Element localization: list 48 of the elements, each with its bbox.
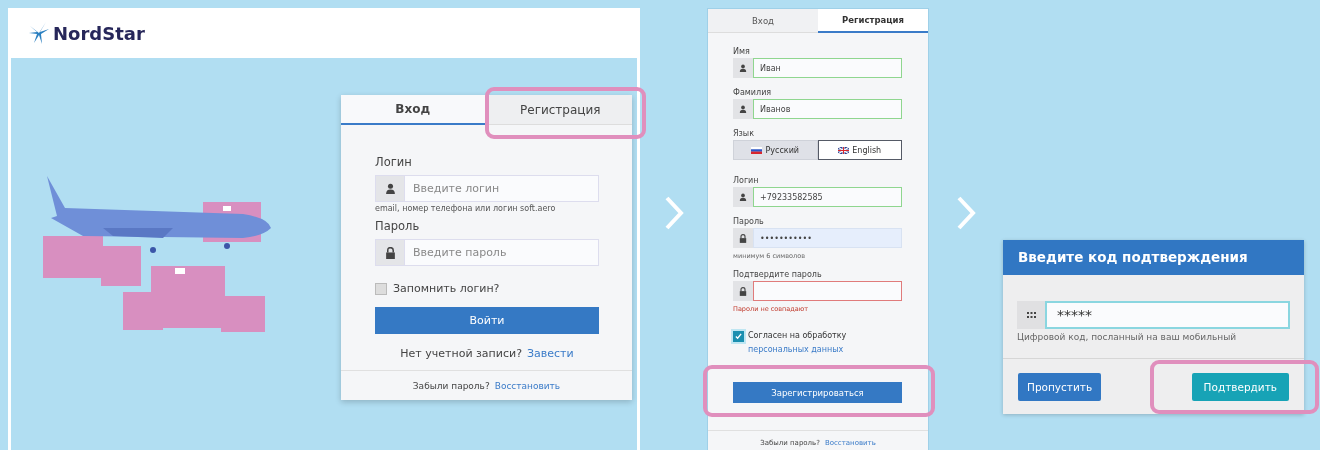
british-flag-icon [838,146,850,154]
russian-flag-icon [751,146,763,154]
field-label: Пароль [733,217,765,226]
form-tab[interactable]: Регистрация [488,95,632,125]
personal-data-link[interactable]: персональных данных [748,345,844,354]
lock-icon [384,246,396,259]
form-tab[interactable]: Регистрация [818,9,928,33]
logo-text: NordStar [53,22,145,44]
footer-text: Забыли пароль? [412,381,490,391]
user-icon [739,105,747,113]
user-icon [384,183,396,194]
register-button[interactable]: Зарегистрироваться [733,382,902,403]
field-label: Подтвердите пароль [733,270,823,279]
user-icon [739,64,747,72]
lock-icon [739,233,747,243]
restore-link[interactable]: Восстановить [494,381,561,391]
input-field[interactable] [753,281,902,301]
skip-button[interactable]: Пропустить [1018,373,1102,401]
field-label: Пароль [375,219,421,233]
language-button[interactable]: English [817,140,902,160]
code-input-field[interactable]: ***** [1045,301,1290,329]
chevron-right-icon [956,195,976,231]
input-field[interactable]: +79233582585 [753,187,902,207]
form-tab[interactable]: Вход [341,95,485,125]
checkbox[interactable] [375,282,387,295]
user-icon [739,193,747,201]
consent-text: Согласен на обработку персональных данных [748,330,848,356]
keypad-icon [1026,312,1036,318]
input-field[interactable]: ••••••••••• [753,228,902,248]
field-label: Логин [375,155,413,169]
dialog-title: Введите код подтверждения [1003,240,1304,275]
field-hint: Цифровой код, посланный на ваш мобильный [1017,332,1238,342]
signup-link[interactable]: Завести [527,347,574,360]
input-field[interactable]: Иванов [753,99,902,119]
form-tab[interactable]: Вход [708,9,818,33]
lock-icon [739,286,747,296]
input-field[interactable]: Иван [753,58,902,78]
checkbox[interactable] [733,331,744,342]
login-button[interactable]: Войти [375,307,599,334]
field-label: Логин [733,176,760,185]
field-hint: email, номер телефона или логин soft.aero [375,204,557,213]
checkbox-label: Запомнить логин? [393,282,500,295]
field-label: Фамилия [733,88,773,97]
field-label: Язык [733,129,755,138]
prompt-text: Нет учетной записи? [400,347,522,360]
language-button[interactable]: Русский [733,140,818,160]
field-label: Имя [733,47,751,56]
chevron-right-icon [663,195,684,231]
